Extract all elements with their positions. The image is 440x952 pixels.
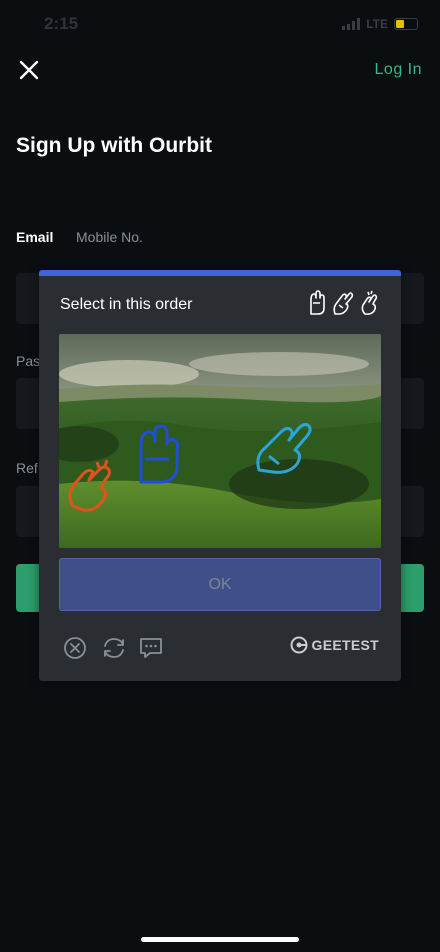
home-indicator[interactable]	[141, 937, 299, 942]
battery-icon	[394, 18, 418, 30]
network-type: LTE	[366, 17, 388, 31]
status-time: 2:15	[44, 14, 79, 33]
close-icon[interactable]	[18, 59, 40, 81]
three-fingers-hand-icon	[307, 290, 327, 316]
captcha-prompt: Select in this order	[60, 296, 193, 313]
captcha-image[interactable]	[59, 334, 381, 548]
referral-label: Ref	[16, 460, 38, 476]
geetest-brand: GEETEST	[311, 637, 379, 653]
refresh-icon[interactable]	[101, 636, 125, 660]
geetest-mark-icon	[290, 636, 308, 654]
captcha-hint-icons	[307, 290, 379, 316]
tab-mobile[interactable]: Mobile No.	[76, 229, 143, 245]
tab-email[interactable]: Email	[16, 229, 53, 245]
ok-button[interactable]: OK	[59, 558, 381, 611]
status-bar: 2:15 LTE	[0, 0, 440, 48]
finger-heart-hand-icon	[359, 290, 379, 316]
password-label: Pas	[16, 353, 41, 369]
captcha-dialog: Select in this order OK GEETEST	[39, 270, 401, 681]
status-indicators: LTE	[342, 17, 418, 31]
login-link[interactable]: Log In	[375, 61, 422, 79]
page-title: Sign Up with Ourbit	[16, 134, 212, 157]
peace-sign-hand-icon	[331, 290, 355, 316]
signal-icon	[342, 18, 361, 30]
close-circle-icon[interactable]	[63, 636, 87, 660]
captcha-footer-icons	[63, 636, 163, 660]
captcha-accent-bar	[39, 270, 401, 276]
geetest-logo: GEETEST	[290, 636, 379, 654]
feedback-icon[interactable]	[139, 636, 163, 660]
